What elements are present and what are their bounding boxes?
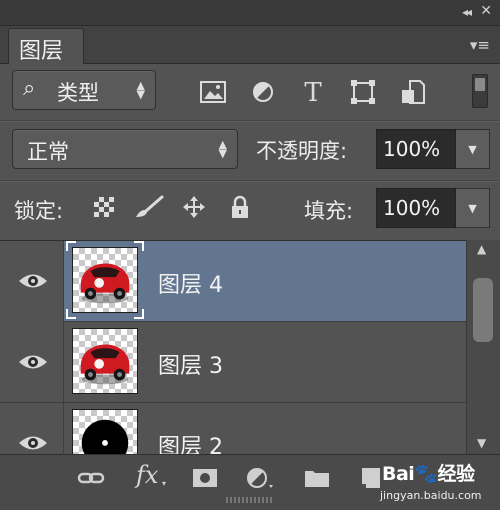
layer-name[interactable]: 图层 3	[158, 348, 223, 380]
layer-row[interactable]: 图层 3	[0, 322, 466, 403]
watermark-logo: Bai🐾经验	[382, 463, 475, 485]
lock-row: 锁定: 填充: 100% ▼	[0, 183, 500, 235]
panel-tab-row: 图层 ▾≡	[0, 26, 500, 64]
layer-row[interactable]: 图层 4	[0, 241, 466, 322]
layer-name[interactable]: 图层 2	[158, 429, 223, 454]
visibility-toggle[interactable]	[0, 403, 64, 454]
layer-thumbnail[interactable]	[72, 409, 138, 454]
layer-thumbnail[interactable]	[72, 328, 138, 394]
black-circle-image	[81, 419, 129, 454]
lock-transparent-pixels-icon[interactable]	[92, 195, 116, 219]
tab-layers[interactable]: 图层	[8, 28, 84, 64]
opacity-label: 不透明度:	[256, 139, 348, 163]
blend-mode-value: 正常	[27, 140, 69, 164]
opacity-input[interactable]: 100%	[376, 129, 456, 169]
watermark-url: jingyan.baidu.com	[380, 489, 482, 502]
visibility-toggle[interactable]	[0, 322, 64, 403]
shape-filter-icon[interactable]	[348, 78, 378, 106]
visibility-toggle[interactable]	[0, 241, 64, 322]
lock-label: 锁定:	[14, 199, 64, 223]
link-layers-icon[interactable]	[76, 465, 106, 491]
pixel-filter-icon[interactable]	[198, 78, 228, 106]
panel-menu-icon[interactable]: ▾≡	[470, 36, 490, 54]
lock-position-move-icon[interactable]	[182, 195, 206, 219]
layer-name[interactable]: 图层 4	[158, 267, 223, 299]
layers-scrollbar[interactable]: ▲ ▼	[466, 240, 500, 454]
layers-list: 图层 4 图层 3 图层 2	[0, 240, 466, 454]
resize-grip[interactable]	[226, 497, 272, 503]
lock-image-pixels-brush-icon[interactable]	[134, 195, 164, 219]
layer-filter-row: ⌕ 类型 ▲ ▼ T	[0, 64, 500, 120]
filter-kind-label: 类型	[57, 81, 99, 105]
eye-icon	[19, 436, 47, 450]
fill-label: 填充:	[304, 199, 354, 223]
stepper-arrows-icon: ▲ ▼	[218, 138, 227, 160]
fill-dropdown-button[interactable]: ▼	[456, 188, 490, 228]
type-filter-icon[interactable]: T	[298, 78, 328, 108]
stepper-arrows-icon: ▲ ▼	[136, 79, 145, 101]
add-style-dropdown-icon: ▾	[162, 479, 167, 488]
baidu-jingyan-watermark: Bai🐾经验 jingyan.baidu.com	[380, 455, 500, 510]
layer-row[interactable]: 图层 2	[0, 403, 466, 454]
blend-mode-row: 正常 ▲ ▼ 不透明度: 100% ▼	[0, 123, 500, 179]
search-icon: ⌕	[23, 76, 36, 101]
divider	[0, 120, 500, 122]
adjustment-filter-icon[interactable]	[248, 78, 278, 106]
add-style-icon[interactable]: fx	[136, 461, 158, 489]
eye-icon	[19, 355, 47, 369]
scroll-thumb[interactable]	[473, 278, 493, 342]
red-car-image	[80, 263, 130, 304]
red-car-image	[80, 344, 130, 385]
add-mask-icon[interactable]	[190, 465, 220, 491]
panel-title-bar: ◂◂ ✕	[0, 0, 500, 26]
scroll-up-arrow-icon[interactable]: ▲	[477, 242, 486, 256]
lock-all-icon[interactable]	[228, 195, 252, 219]
blend-mode-select[interactable]: 正常 ▲ ▼	[12, 129, 238, 169]
close-panel-icon[interactable]: ✕	[480, 3, 492, 19]
layer-thumbnail[interactable]	[72, 247, 138, 313]
filter-kind-select[interactable]: ⌕ 类型 ▲ ▼	[12, 70, 156, 110]
collapse-panel-icon[interactable]: ◂◂	[462, 5, 472, 19]
scroll-down-arrow-icon[interactable]: ▼	[477, 436, 486, 450]
eye-icon	[19, 274, 47, 288]
smart-object-filter-icon[interactable]	[398, 78, 428, 106]
opacity-dropdown-button[interactable]: ▼	[456, 129, 490, 169]
new-adjustment-icon[interactable]	[244, 465, 274, 491]
new-group-icon[interactable]	[302, 465, 332, 491]
layers-footer-toolbar: fx ▾ Bai🐾经验 jingyan.baidu.com	[0, 454, 500, 510]
filter-toggle-switch[interactable]	[472, 74, 488, 108]
divider	[0, 180, 500, 182]
fill-input[interactable]: 100%	[376, 188, 456, 228]
